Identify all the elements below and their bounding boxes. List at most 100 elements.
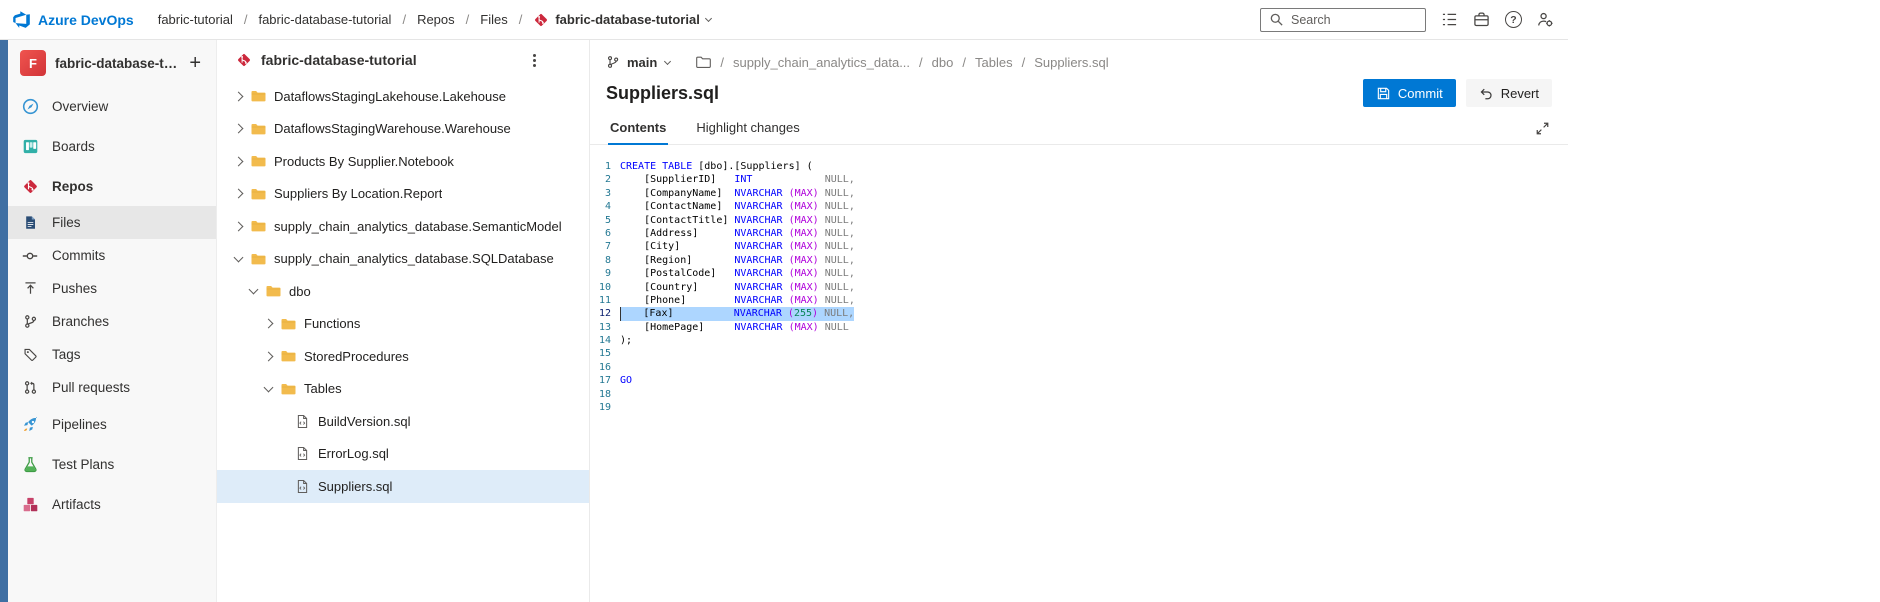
folder-icon: [250, 153, 266, 169]
code-line-18[interactable]: 18: [590, 388, 1568, 401]
add-project-button[interactable]: +: [186, 53, 204, 73]
folder-icon: [250, 186, 266, 202]
code-line-17[interactable]: 17GO: [590, 374, 1568, 387]
breadcrumb-item-org[interactable]: fabric-tutorial: [158, 12, 233, 27]
tree-item-supply-chain-analytics-database-semanticmodel[interactable]: supply_chain_analytics_database.Semantic…: [217, 210, 589, 243]
tree-item-supply-chain-analytics-database-sqldatabase[interactable]: supply_chain_analytics_database.SQLDatab…: [217, 243, 589, 276]
path-segment[interactable]: Tables: [975, 55, 1013, 70]
code-line-7[interactable]: 7 [City] NVARCHAR (MAX) NULL,: [590, 240, 1568, 253]
code-line-5[interactable]: 5 [ContactTitle] NVARCHAR (MAX) NULL,: [590, 214, 1568, 227]
path-segment[interactable]: dbo: [932, 55, 954, 70]
code-line-13[interactable]: 13 [HomePage] NVARCHAR (MAX) NULL: [590, 321, 1568, 334]
code-text: [CompanyName] NVARCHAR (MAX) NULL,: [620, 187, 855, 200]
tree-item-dataflowsstaginglakehouse-lakehouse[interactable]: DataflowsStagingLakehouse.Lakehouse: [217, 80, 589, 113]
sidebar-item-pushes[interactable]: Pushes: [8, 272, 216, 305]
code-line-16[interactable]: 16: [590, 361, 1568, 374]
code-text: [City] NVARCHAR (MAX) NULL,: [620, 240, 855, 253]
pull-requests-icon: [21, 380, 39, 395]
breadcrumb-item-files[interactable]: Files: [480, 12, 507, 27]
chevron-right-icon[interactable]: [234, 189, 244, 199]
code-line-14[interactable]: 14);: [590, 334, 1568, 347]
path-segment[interactable]: supply_chain_analytics_data...: [733, 55, 910, 70]
tree-item-tables[interactable]: Tables: [217, 373, 589, 406]
help-icon[interactable]: ?: [1505, 11, 1522, 28]
task-list-icon[interactable]: [1441, 11, 1458, 28]
path-segment[interactable]: Suppliers.sql: [1034, 55, 1108, 70]
project-header: F fabric-database-tutorial +: [8, 40, 216, 86]
sidebar-item-commits[interactable]: Commits: [8, 239, 216, 272]
code-line-2[interactable]: 2 [SupplierID] INT NULL,: [590, 173, 1568, 186]
marketplace-bag-icon[interactable]: [1473, 11, 1490, 28]
line-number: 4: [590, 200, 620, 213]
sidebar-item-files[interactable]: Files: [8, 206, 216, 239]
code-text: [Region] NVARCHAR (MAX) NULL,: [620, 254, 855, 267]
more-options-icon[interactable]: [523, 49, 545, 71]
tree-item-dbo[interactable]: dbo: [217, 275, 589, 308]
user-settings-icon[interactable]: [1537, 11, 1554, 28]
tree-item-functions[interactable]: Functions: [217, 308, 589, 341]
code-line-4[interactable]: 4 [ContactName] NVARCHAR (MAX) NULL,: [590, 200, 1568, 213]
search-input[interactable]: [1291, 13, 1417, 27]
sidebar-item-boards[interactable]: Boards: [8, 126, 216, 166]
tree-item-errorlog-sql[interactable]: ErrorLog.sql: [217, 438, 589, 471]
azure-devops-logo-icon[interactable]: [12, 10, 31, 29]
tree-item-storedprocedures[interactable]: StoredProcedures: [217, 340, 589, 373]
chevron-right-icon[interactable]: [264, 351, 274, 361]
chevron-right-icon[interactable]: [234, 156, 244, 166]
code-line-3[interactable]: 3 [CompanyName] NVARCHAR (MAX) NULL,: [590, 187, 1568, 200]
code-line-12[interactable]: 12 [Fax] NVARCHAR (255) NULL,: [590, 307, 1568, 320]
code-line-9[interactable]: 9 [PostalCode] NVARCHAR (MAX) NULL,: [590, 267, 1568, 280]
project-avatar[interactable]: F: [20, 50, 46, 76]
code-editor[interactable]: 1CREATE TABLE [dbo].[Suppliers] (2 [Supp…: [590, 145, 1568, 602]
line-number: 9: [590, 267, 620, 280]
fullscreen-toggle[interactable]: [1535, 121, 1550, 144]
folder-icon[interactable]: [695, 54, 711, 70]
repo-selector[interactable]: fabric-database-tutorial: [533, 12, 710, 28]
chevron-right-icon[interactable]: [234, 221, 244, 231]
chevron-down-icon[interactable]: [249, 285, 259, 295]
breadcrumb-item-project[interactable]: fabric-database-tutorial: [258, 12, 391, 27]
selection-highlight: [Fax] NVARCHAR (255) NULL,: [620, 307, 854, 320]
revert-button[interactable]: Revert: [1466, 79, 1552, 107]
chevron-right-icon[interactable]: [264, 319, 274, 329]
tree-item-products-by-supplier-notebook[interactable]: Products By Supplier.Notebook: [217, 145, 589, 178]
tree-item-buildversion-sql[interactable]: BuildVersion.sql: [217, 405, 589, 438]
branch-selector[interactable]: main: [606, 55, 670, 70]
breadcrumb-item-repos[interactable]: Repos: [417, 12, 455, 27]
code-line-8[interactable]: 8 [Region] NVARCHAR (MAX) NULL,: [590, 254, 1568, 267]
commit-button[interactable]: Commit: [1363, 79, 1456, 107]
sidebar-item-artifacts[interactable]: Artifacts: [8, 484, 216, 524]
sidebar-item-pipelines[interactable]: Pipelines: [8, 404, 216, 444]
tree-item-dataflowsstagingwarehouse-warehouse[interactable]: DataflowsStagingWarehouse.Warehouse: [217, 113, 589, 146]
breadcrumb-separator: /: [519, 12, 523, 27]
chevron-right-icon[interactable]: [234, 124, 244, 134]
tree-item-suppliers-by-location-report[interactable]: Suppliers By Location.Report: [217, 178, 589, 211]
chevron-down-icon[interactable]: [264, 382, 274, 392]
project-name[interactable]: fabric-database-tutorial: [55, 56, 177, 71]
tab-contents[interactable]: Contents: [608, 120, 668, 144]
sidebar-item-branches[interactable]: Branches: [8, 305, 216, 338]
code-line-19[interactable]: 19: [590, 401, 1568, 414]
code-line-15[interactable]: 15: [590, 347, 1568, 360]
chevron-down-icon[interactable]: [234, 252, 244, 262]
code-text: );: [620, 334, 632, 347]
brand-link[interactable]: Azure DevOps: [38, 12, 134, 28]
chevron-right-icon[interactable]: [234, 91, 244, 101]
code-text: [SupplierID] INT NULL,: [620, 173, 855, 186]
tab-highlight-changes[interactable]: Highlight changes: [694, 120, 801, 144]
code-line-10[interactable]: 10 [Country] NVARCHAR (MAX) NULL,: [590, 281, 1568, 294]
sidebar-item-repos[interactable]: Repos: [8, 166, 216, 206]
tree-item-suppliers-sql[interactable]: Suppliers.sql: [217, 470, 589, 503]
sidebar-item-pull-requests[interactable]: Pull requests: [8, 371, 216, 404]
commit-button-label: Commit: [1398, 86, 1443, 101]
line-number: 7: [590, 240, 620, 253]
tree-item-label: Tables: [304, 381, 342, 396]
code-line-1[interactable]: 1CREATE TABLE [dbo].[Suppliers] (: [590, 160, 1568, 173]
sidebar-item-tags[interactable]: Tags: [8, 338, 216, 371]
tree-header: fabric-database-tutorial: [217, 40, 589, 80]
sidebar-item-test-plans[interactable]: Test Plans: [8, 444, 216, 484]
code-line-11[interactable]: 11 [Phone] NVARCHAR (MAX) NULL,: [590, 294, 1568, 307]
sidebar-item-overview[interactable]: Overview: [8, 86, 216, 126]
code-line-6[interactable]: 6 [Address] NVARCHAR (MAX) NULL,: [590, 227, 1568, 240]
sidebar-item-label: Pushes: [52, 281, 97, 296]
